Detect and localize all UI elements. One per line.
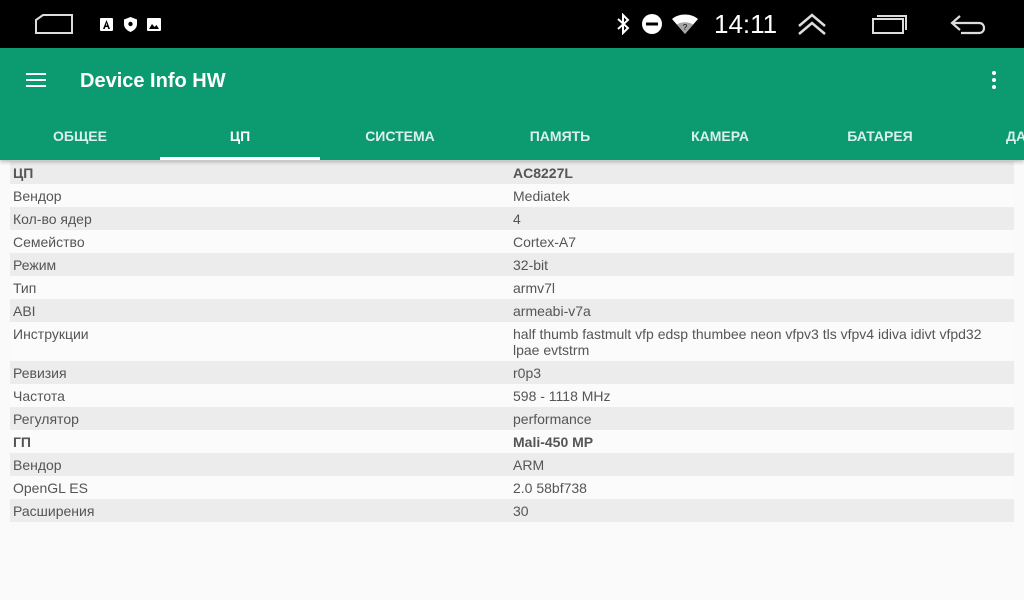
- tab-sensors[interactable]: ДА: [960, 112, 1024, 160]
- table-row: Семейство Cortex-A7: [10, 230, 1014, 253]
- row-value: 32-bit: [513, 257, 549, 273]
- tab-general[interactable]: ОБЩЕЕ: [0, 112, 160, 160]
- table-row: OpenGL ES 2.0 58bf738: [10, 476, 1014, 499]
- tab-memory[interactable]: ПАМЯТЬ: [480, 112, 640, 160]
- row-key: ГП: [13, 434, 31, 450]
- row-key: Расширения: [13, 503, 95, 519]
- back-icon[interactable]: [948, 0, 988, 48]
- recents-icon[interactable]: [870, 0, 908, 48]
- table-row: Режим 32-bit: [10, 253, 1014, 276]
- tab-battery[interactable]: БАТАРЕЯ: [800, 112, 960, 160]
- row-key: ABI: [13, 303, 36, 319]
- table-row: ГП Mali-450 MP: [10, 430, 1014, 453]
- table-row: ЦП AC8227L: [10, 161, 1014, 184]
- active-tab-indicator: [160, 157, 320, 160]
- do-not-disturb-icon: [640, 0, 664, 48]
- row-value: AC8227L: [513, 165, 573, 181]
- row-value: 598 - 1118 MHz: [513, 388, 611, 404]
- table-row: ABI armeabi-v7a: [10, 299, 1014, 322]
- row-value: Cortex-A7: [513, 234, 577, 250]
- table-row: Кол-во ядер 4: [10, 207, 1014, 230]
- cpu-info-table: ЦП AC8227L Вендор Mediatek Кол-во ядер 4 Се…: [10, 161, 1014, 522]
- row-key: Инструкции: [13, 326, 89, 342]
- clock: 14:11: [714, 9, 778, 39]
- app-title: Device Info HW: [80, 70, 226, 92]
- tab-system[interactable]: СИСТЕМА: [320, 112, 480, 160]
- tab-bar: ОБЩЕЕ ЦП СИСТЕМА ПАМЯТЬ КАМЕРА БАТАРЕЯ Д…: [0, 112, 1024, 160]
- row-value: half thumb fastmult vfp edsp thumbee neo…: [513, 326, 982, 358]
- menu-button[interactable]: [20, 64, 52, 96]
- row-key: Тип: [13, 280, 37, 296]
- table-row: Вендор Mediatek: [10, 184, 1014, 207]
- wifi-icon: ?: [670, 0, 700, 48]
- tab-camera[interactable]: КАМЕРА: [640, 112, 800, 160]
- table-row: Частота 598 - 1118 MHz: [10, 384, 1014, 407]
- image-icon: [146, 0, 162, 48]
- row-key: Частота: [13, 388, 65, 404]
- app-bar: Device Info HW ОБЩЕЕ ЦП СИСТЕМА ПАМЯТЬ К…: [0, 48, 1024, 160]
- row-key: OpenGL ES: [13, 480, 88, 496]
- row-value: armeabi-v7a: [513, 303, 591, 319]
- table-row: Ревизия r0p3: [10, 361, 1014, 384]
- row-value: Mediatek: [513, 188, 570, 204]
- row-value: 30: [513, 503, 529, 519]
- hamburger-menu-icon: [26, 73, 46, 87]
- table-row: Тип armv7l: [10, 276, 1014, 299]
- row-key: Кол-во ядер: [13, 211, 92, 227]
- row-value: 2.0 58bf738: [513, 480, 587, 496]
- row-value: armv7l: [513, 280, 556, 296]
- overflow-menu-button[interactable]: [978, 64, 1010, 96]
- table-row: Расширения 30: [10, 499, 1014, 522]
- row-key: Вендор: [13, 457, 62, 473]
- status-bar: ? 14:11: [0, 0, 1024, 48]
- row-key: Регулятор: [13, 411, 79, 427]
- row-value: performance: [513, 411, 592, 427]
- more-vertical-icon: [992, 71, 996, 89]
- collapse-up-icon[interactable]: [796, 0, 828, 48]
- row-value: r0p3: [513, 365, 542, 381]
- table-row: Инструкции half thumb fastmult vfp edsp t…: [10, 322, 1014, 361]
- table-row: Вендор ARM: [10, 453, 1014, 476]
- table-row: Регулятор performance: [10, 407, 1014, 430]
- row-value: ARM: [513, 457, 545, 473]
- row-key: Ревизия: [13, 365, 67, 381]
- notification-a-icon: [98, 0, 114, 48]
- row-key: ЦП: [13, 165, 34, 181]
- row-value: Mali-450 MP: [513, 434, 594, 450]
- row-value: 4: [513, 211, 521, 227]
- tab-cpu[interactable]: ЦП: [160, 112, 320, 160]
- svg-text:?: ?: [683, 23, 688, 32]
- row-key: Режим: [13, 257, 57, 273]
- home-outline-icon[interactable]: [34, 0, 74, 48]
- row-key: Вендор: [13, 188, 62, 204]
- bluetooth-icon: [612, 0, 634, 48]
- row-key: Семейство: [13, 234, 85, 250]
- shield-icon: [122, 0, 138, 48]
